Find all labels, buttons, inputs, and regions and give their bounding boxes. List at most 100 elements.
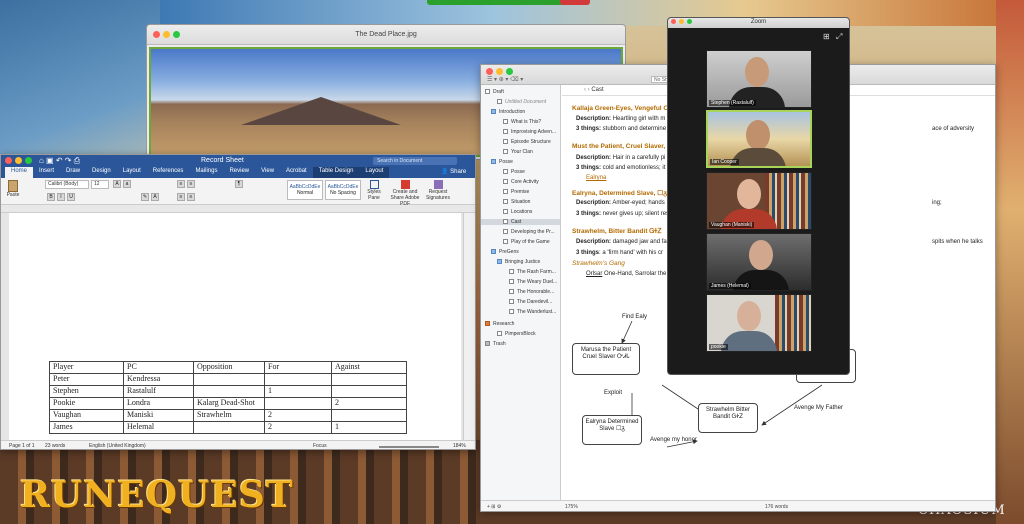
- close-button[interactable]: [486, 68, 493, 75]
- binder-item[interactable]: Introduction: [491, 109, 525, 115]
- table-cell[interactable]: Kalarg Dead-Shot: [193, 397, 265, 410]
- minimize-button[interactable]: [496, 68, 503, 75]
- create-pdf-button[interactable]: Create and Share Adobe PDF: [387, 180, 423, 207]
- style-no-spacing[interactable]: AaBbCcDdEe No Spacing: [325, 180, 361, 200]
- binder-item[interactable]: Research: [485, 321, 514, 327]
- participant-tile[interactable]: Stephen (Rastalulf): [706, 50, 812, 108]
- diagram-node-marusa[interactable]: Marusa the Patient Cruel Slaver ᏅᏗᏓ: [572, 343, 640, 375]
- word-window[interactable]: ⌂ ▣ ↶ ↷ ⎙ Record Sheet Search in Documen…: [0, 154, 476, 450]
- tab-home[interactable]: Home: [5, 167, 34, 178]
- table-header-cell[interactable]: PC: [123, 361, 194, 374]
- bullets-icon[interactable]: ≡: [177, 180, 185, 188]
- editor-zoom[interactable]: 175%: [565, 504, 578, 510]
- binder-item[interactable]: Situation: [503, 199, 530, 205]
- close-button[interactable]: [5, 157, 12, 164]
- zoom-window[interactable]: Zoom ⊞ ⤢ Stephen (Rastalulf) Ian Cooper …: [667, 17, 850, 375]
- word-titlebar[interactable]: ⌂ ▣ ↶ ↷ ⎙ Record Sheet Search in Documen…: [1, 155, 475, 167]
- table-cell[interactable]: 2: [264, 421, 332, 434]
- binder-item[interactable]: The Weary Duel...: [509, 279, 557, 285]
- binder-item[interactable]: Untitled Document: [497, 99, 546, 105]
- binder-item[interactable]: Play of the Game: [503, 239, 550, 245]
- tab-table-layout[interactable]: Layout: [359, 167, 390, 178]
- table-header-cell[interactable]: Against: [331, 361, 407, 374]
- zoom-stop-share-button[interactable]: [560, 0, 590, 5]
- binder-item[interactable]: The Wanderlust...: [509, 309, 556, 315]
- preview-titlebar[interactable]: The Dead Place.jpg: [147, 25, 625, 45]
- paste-button[interactable]: Paste: [5, 180, 21, 198]
- page-count[interactable]: Page 1 of 1: [9, 443, 35, 449]
- zoom-slider[interactable]: [379, 446, 439, 448]
- binder-item[interactable]: Premise: [503, 189, 529, 195]
- request-signatures-button[interactable]: Request Signatures: [425, 180, 451, 201]
- table-header-cell[interactable]: For: [264, 361, 332, 374]
- table-cell[interactable]: [193, 421, 265, 434]
- binder-item[interactable]: Episode Structure: [503, 139, 551, 145]
- binder-item[interactable]: Bringing Justice: [497, 259, 540, 265]
- grow-font-icon[interactable]: A: [113, 180, 121, 188]
- participant-tile[interactable]: James (Helemal): [706, 233, 812, 291]
- italic-button[interactable]: I: [57, 193, 65, 201]
- binder-item[interactable]: Trash: [485, 341, 506, 347]
- tab-review[interactable]: Review: [223, 167, 255, 178]
- highlight-icon[interactable]: ✎: [141, 193, 149, 201]
- tab-view[interactable]: View: [255, 167, 280, 178]
- font-name-select[interactable]: Calibri (Body): [45, 180, 89, 189]
- participant-tile[interactable]: pookie: [706, 294, 812, 352]
- shrink-font-icon[interactable]: a: [123, 180, 131, 188]
- table-cell[interactable]: Helemal: [123, 421, 194, 434]
- tab-mailings[interactable]: Mailings: [189, 167, 223, 178]
- tab-layout[interactable]: Layout: [117, 167, 147, 178]
- binder-item[interactable]: The Daredevil...: [509, 299, 552, 305]
- record-sheet-table[interactable]: Player PC Opposition For Against Peter K…: [49, 361, 407, 434]
- binder-item[interactable]: PreGens: [491, 249, 519, 255]
- word-page[interactable]: Player PC Opposition For Against Peter K…: [9, 213, 461, 440]
- expand-icon[interactable]: ⤢: [836, 32, 842, 42]
- bold-button[interactable]: B: [47, 193, 55, 201]
- table-cell[interactable]: Peter: [49, 373, 124, 386]
- binder-item[interactable]: The Honorable...: [509, 289, 554, 295]
- table-header-cell[interactable]: Opposition: [193, 361, 265, 374]
- table-cell[interactable]: Rastalulf: [123, 385, 194, 398]
- table-cell[interactable]: 2: [264, 409, 332, 422]
- table-cell[interactable]: [331, 409, 407, 422]
- binder-item[interactable]: What is This?: [503, 119, 541, 125]
- align-center-icon[interactable]: ≡: [187, 193, 195, 201]
- font-size-select[interactable]: 12: [91, 180, 109, 189]
- binder-item-selected[interactable]: Cast: [481, 219, 560, 225]
- table-cell[interactable]: [264, 397, 332, 410]
- minimize-button[interactable]: [15, 157, 22, 164]
- binder-item[interactable]: Locations: [503, 209, 532, 215]
- zoom-level[interactable]: 184%: [453, 443, 466, 449]
- table-cell[interactable]: James: [49, 421, 124, 434]
- table-cell[interactable]: 2: [331, 397, 407, 410]
- tab-design[interactable]: Design: [86, 167, 117, 178]
- language-indicator[interactable]: English (United Kingdom): [89, 443, 146, 449]
- table-cell[interactable]: 1: [331, 421, 407, 434]
- binder-item[interactable]: Posse: [503, 169, 525, 175]
- scrivener-toolbar-icons[interactable]: ☰ ▾ ⊕ ▾ ⌫ ▾: [487, 76, 523, 83]
- table-cell[interactable]: Maniski: [123, 409, 194, 422]
- table-cell[interactable]: Strawhelm: [193, 409, 265, 422]
- zoom-button[interactable]: [506, 68, 513, 75]
- tab-draw[interactable]: Draw: [60, 167, 86, 178]
- binder-item[interactable]: The Rash Farm...: [509, 269, 556, 275]
- align-left-icon[interactable]: ≡: [177, 193, 185, 201]
- table-cell[interactable]: Londra: [123, 397, 194, 410]
- binder-item[interactable]: Draft: [485, 89, 504, 95]
- focus-button[interactable]: Focus: [313, 443, 327, 449]
- table-cell[interactable]: Kendressa: [123, 373, 194, 386]
- table-cell[interactable]: [193, 385, 265, 398]
- underline-button[interactable]: U: [67, 193, 75, 201]
- participant-tile-active[interactable]: Ian Cooper: [706, 110, 812, 168]
- table-cell[interactable]: 1: [264, 385, 332, 398]
- word-count[interactable]: 23 words: [45, 443, 65, 449]
- binder-item[interactable]: Posse: [491, 159, 513, 165]
- diagram-node-strawhelm[interactable]: Strawhelm Bitter Bandit ᏀᏐᏃ: [698, 403, 758, 433]
- table-cell[interactable]: [193, 373, 265, 386]
- zoom-button[interactable]: [25, 157, 32, 164]
- zoom-titlebar[interactable]: Zoom: [668, 18, 849, 28]
- table-cell[interactable]: Stephen: [49, 385, 124, 398]
- binder-item[interactable]: Improvising Adven...: [503, 129, 556, 135]
- binder-item[interactable]: Your Clan: [503, 149, 533, 155]
- table-cell[interactable]: Vaughan: [49, 409, 124, 422]
